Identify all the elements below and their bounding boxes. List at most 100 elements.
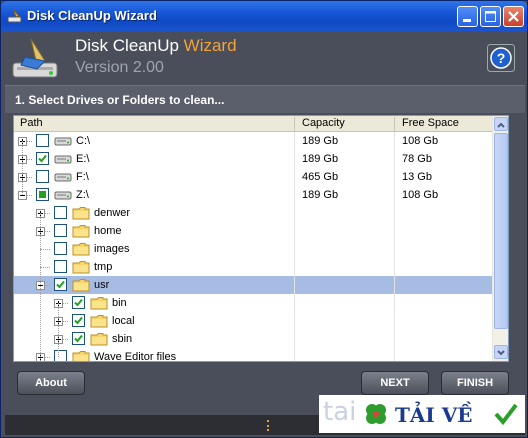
- tree-row[interactable]: usr: [14, 276, 498, 294]
- minimize-icon: [463, 19, 471, 22]
- check-icon: [74, 298, 83, 307]
- svg-text:?: ?: [497, 50, 506, 66]
- drive-icon: [54, 151, 72, 167]
- status-separator: [267, 420, 269, 431]
- row-label: bin: [112, 297, 127, 309]
- checkmark-icon: [494, 403, 518, 426]
- free-space-cell: 108 Gb: [402, 135, 439, 147]
- row-checkbox[interactable]: [54, 206, 67, 219]
- tree-row[interactable]: Wave Editor files: [14, 348, 498, 362]
- free-space-cell: 78 Gb: [402, 153, 432, 165]
- maximize-button[interactable]: [480, 6, 501, 27]
- tree-row[interactable]: bin: [14, 294, 498, 312]
- vertical-scrollbar[interactable]: [492, 116, 508, 361]
- check-icon: [38, 154, 47, 163]
- row-label: tmp: [94, 261, 113, 273]
- tree-row[interactable]: tmp: [14, 258, 498, 276]
- row-label: usr: [94, 279, 110, 291]
- tree-row[interactable]: local: [14, 312, 498, 330]
- next-button[interactable]: NEXT: [361, 371, 429, 395]
- check-icon: [74, 334, 83, 343]
- row-label: images: [94, 243, 130, 255]
- tree-row[interactable]: E:\ 189 Gb 78 Gb: [14, 150, 498, 168]
- tree-row[interactable]: F:\ 465 Gb 13 Gb: [14, 168, 498, 186]
- row-checkbox[interactable]: [54, 224, 67, 237]
- title-bar[interactable]: Disk CleanUp Wizard: [1, 1, 527, 31]
- row-checkbox[interactable]: [54, 242, 67, 255]
- taive-watermark: tai TẢI VỀ: [319, 395, 525, 433]
- drive-icon: [54, 187, 72, 203]
- watermark-tai: tai: [323, 397, 357, 427]
- watermark-brand: TẢI VỀ: [395, 403, 473, 427]
- row-label: home: [94, 225, 122, 237]
- clover-icon: [366, 404, 386, 424]
- product-name: Disk CleanUp Wizard: [75, 36, 237, 56]
- finish-button[interactable]: FINISH: [441, 371, 509, 395]
- partial-check-icon: [39, 191, 46, 198]
- row-label: C:\: [76, 135, 91, 147]
- row-checkbox[interactable]: [54, 278, 67, 291]
- close-button[interactable]: [503, 6, 524, 27]
- folder-icon: [90, 313, 108, 329]
- folder-icon: [72, 259, 90, 275]
- tree-row[interactable]: Z:\ 189 Gb 108 Gb: [14, 186, 498, 204]
- folder-icon: [72, 241, 90, 257]
- row-label: local: [112, 315, 135, 327]
- row-label: denwer: [94, 207, 131, 219]
- capacity-cell: 189 Gb: [302, 153, 339, 165]
- row-checkbox[interactable]: [54, 260, 67, 273]
- free-space-cell: 108 Gb: [402, 189, 439, 201]
- row-checkbox[interactable]: [72, 332, 85, 345]
- tree-row[interactable]: sbin: [14, 330, 498, 348]
- free-space-cell: 13 Gb: [402, 171, 432, 183]
- folder-icon: [72, 349, 90, 361]
- window-title: Disk CleanUp Wizard: [27, 8, 157, 23]
- folder-icon: [72, 205, 90, 221]
- row-label: Z:\: [76, 189, 89, 201]
- wizard-window: Disk CleanUp Wizard Disk CleanUp Wizard …: [0, 0, 528, 438]
- tree-row[interactable]: C:\ 189 Gb 108 Gb: [14, 132, 498, 150]
- step-bar: 1. Select Drives or Folders to clean...: [5, 85, 525, 113]
- row-label: F:\: [76, 171, 89, 183]
- app-icon: [7, 8, 22, 23]
- scroll-up-button[interactable]: [494, 117, 508, 131]
- drive-icon: [54, 133, 72, 149]
- step-label: 1. Select Drives or Folders to clean...: [15, 93, 225, 107]
- folder-icon: [90, 331, 108, 347]
- minimize-button[interactable]: [457, 6, 478, 27]
- column-free-space[interactable]: Free Space: [402, 117, 459, 131]
- list-header: Path Capacity Free Space: [14, 116, 498, 132]
- row-checkbox[interactable]: [72, 314, 85, 327]
- scroll-thumb[interactable]: [494, 133, 508, 329]
- tree-row[interactable]: images: [14, 240, 498, 258]
- chevron-up-icon: [497, 122, 505, 128]
- row-checkbox[interactable]: [54, 350, 67, 361]
- about-button[interactable]: About: [17, 371, 85, 395]
- column-capacity[interactable]: Capacity: [302, 117, 345, 131]
- maximize-icon: [485, 11, 496, 22]
- row-checkbox[interactable]: [36, 152, 49, 165]
- column-path[interactable]: Path: [20, 117, 43, 131]
- drive-tree-list[interactable]: Path Capacity Free Space C:\ 189 Gb 108 Gb…: [13, 115, 509, 362]
- folder-icon: [72, 223, 90, 239]
- row-label: sbin: [112, 333, 133, 345]
- row-checkbox[interactable]: [36, 134, 49, 147]
- folder-icon: [90, 295, 108, 311]
- row-checkbox[interactable]: [72, 296, 85, 309]
- capacity-cell: 189 Gb: [302, 135, 339, 147]
- product-name-accent: Wizard: [183, 36, 237, 55]
- help-icon[interactable]: ?: [487, 44, 515, 72]
- row-label: Wave Editor files: [94, 351, 177, 362]
- row-checkbox[interactable]: [36, 188, 49, 201]
- chevron-down-icon: [497, 350, 505, 356]
- scroll-down-button[interactable]: [494, 345, 508, 359]
- wizard-header: Disk CleanUp Wizard Version 2.00 ?: [5, 31, 525, 83]
- disk-broom-logo: [12, 38, 58, 78]
- drive-icon: [54, 169, 72, 185]
- row-checkbox[interactable]: [36, 170, 49, 183]
- check-icon: [74, 316, 83, 325]
- tree-row[interactable]: home: [14, 222, 498, 240]
- row-label: E:\: [76, 153, 90, 165]
- tree-row[interactable]: denwer: [14, 204, 498, 222]
- product-name-main: Disk CleanUp: [75, 36, 184, 55]
